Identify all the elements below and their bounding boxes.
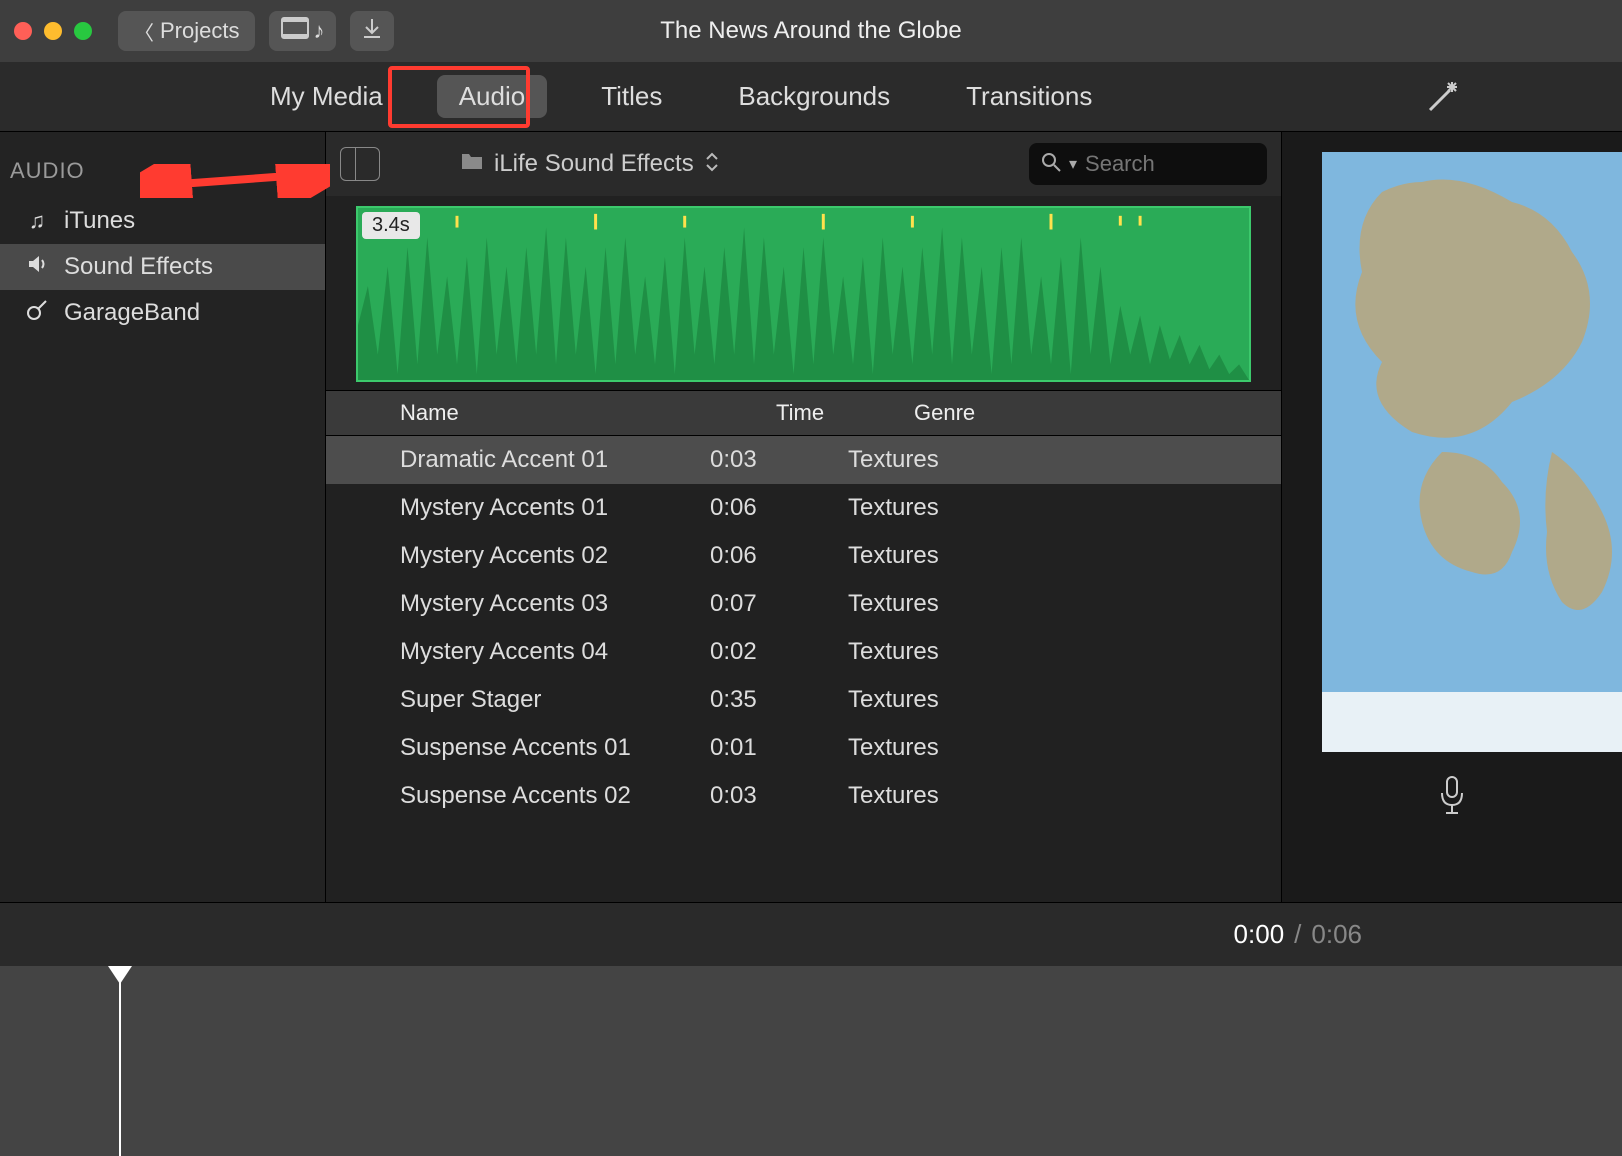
table-row[interactable]: Suspense Accents 020:03Textures: [326, 772, 1281, 820]
microphone-icon[interactable]: [1437, 775, 1467, 820]
chevron-down-icon: ▾: [1069, 154, 1077, 174]
magic-wand-icon[interactable]: [1424, 78, 1462, 121]
sidebar-item-itunes[interactable]: ♫ iTunes: [0, 198, 325, 244]
library-breadcrumb[interactable]: iLife Sound Effects: [460, 150, 718, 178]
media-library-button[interactable]: ♪: [269, 11, 336, 51]
cell-name: Super Stager: [326, 686, 706, 714]
table-row[interactable]: Dramatic Accent 010:03Textures: [326, 436, 1281, 484]
cell-genre: Textures: [844, 638, 1082, 666]
main-area: AUDIO ♫ iTunes Sound Effects GarageBand: [0, 132, 1622, 902]
cell-name: Suspense Accents 01: [326, 734, 706, 762]
search-input[interactable]: [1085, 151, 1255, 177]
minimize-window-button[interactable]: [44, 22, 62, 40]
tab-titles[interactable]: Titles: [579, 75, 684, 118]
tab-audio[interactable]: Audio: [437, 75, 548, 118]
table-row[interactable]: Mystery Accents 030:07Textures: [326, 580, 1281, 628]
folder-icon: [460, 151, 484, 177]
cell-genre: Textures: [844, 734, 1082, 762]
waveform-preview[interactable]: 3.4s: [356, 206, 1251, 382]
tab-backgrounds[interactable]: Backgrounds: [716, 75, 912, 118]
time-separator: /: [1294, 919, 1301, 950]
updown-chevron-icon: [706, 152, 718, 177]
music-note-icon: ♫: [24, 208, 50, 234]
cell-time: 0:07: [706, 590, 844, 618]
table-row[interactable]: Suspense Accents 010:01Textures: [326, 724, 1281, 772]
guitar-icon: [24, 299, 50, 327]
breadcrumb-label: iLife Sound Effects: [494, 150, 694, 178]
sidebar-header: AUDIO: [0, 152, 325, 198]
cell-genre: Textures: [844, 686, 1082, 714]
sidebar-item-garageband[interactable]: GarageBand: [0, 290, 325, 336]
tab-transitions[interactable]: Transitions: [944, 75, 1114, 118]
back-to-projects-button[interactable]: 〈 Projects: [118, 11, 255, 51]
cell-time: 0:02: [706, 638, 844, 666]
audio-sidebar: AUDIO ♫ iTunes Sound Effects GarageBand: [0, 132, 326, 902]
table-body: Dramatic Accent 010:03TexturesMystery Ac…: [326, 436, 1281, 820]
chevron-left-icon: 〈: [134, 17, 154, 46]
music-note-small-icon: ♪: [313, 18, 324, 44]
cell-time: 0:06: [706, 494, 844, 522]
cell-genre: Textures: [844, 542, 1082, 570]
cell-genre: Textures: [844, 590, 1082, 618]
cell-name: Dramatic Accent 01: [326, 446, 706, 474]
sidebar-item-label: Sound Effects: [64, 253, 213, 281]
cell-name: Mystery Accents 01: [326, 494, 706, 522]
table-row[interactable]: Mystery Accents 040:02Textures: [326, 628, 1281, 676]
waveform-duration-badge: 3.4s: [362, 212, 420, 239]
table-row[interactable]: Mystery Accents 010:06Textures: [326, 484, 1281, 532]
library-tabbar: My Media Audio Titles Backgrounds Transi…: [0, 62, 1622, 132]
time-readout: 0:00 / 0:06: [0, 902, 1622, 966]
column-genre[interactable]: Genre: [914, 400, 1152, 426]
sidebar-toggle-button[interactable]: [340, 147, 380, 181]
cell-name: Mystery Accents 02: [326, 542, 706, 570]
search-field[interactable]: ▾: [1029, 143, 1267, 185]
timeline[interactable]: [0, 966, 1622, 1156]
cell-time: 0:01: [706, 734, 844, 762]
preview-viewer[interactable]: NORTH AMERICA: [1322, 152, 1622, 752]
back-label: Projects: [160, 18, 239, 44]
import-button[interactable]: [350, 11, 394, 51]
close-window-button[interactable]: [14, 22, 32, 40]
preview-pane: NORTH AMERICA: [1282, 132, 1622, 902]
column-time[interactable]: Time: [776, 400, 914, 426]
cell-time: 0:35: [706, 686, 844, 714]
filmstrip-icon: [281, 17, 309, 45]
cell-name: Mystery Accents 04: [326, 638, 706, 666]
table-header: Name Time Genre: [326, 390, 1281, 436]
browser-content: iLife Sound Effects ▾: [326, 132, 1282, 902]
sidebar-item-label: iTunes: [64, 207, 135, 235]
sidebar-item-sound-effects[interactable]: Sound Effects: [0, 244, 325, 290]
column-name[interactable]: Name: [396, 400, 776, 426]
speaker-icon: [24, 253, 50, 281]
time-current: 0:00: [1234, 919, 1285, 950]
search-icon: [1041, 152, 1061, 177]
cell-name: Mystery Accents 03: [326, 590, 706, 618]
tab-my-media[interactable]: My Media: [248, 75, 405, 118]
cell-time: 0:06: [706, 542, 844, 570]
cell-time: 0:03: [706, 782, 844, 810]
titlebar: 〈 Projects ♪ The News Around the Globe: [0, 0, 1622, 62]
cell-genre: Textures: [844, 494, 1082, 522]
download-arrow-icon: [362, 17, 382, 45]
cell-name: Suspense Accents 02: [326, 782, 706, 810]
table-row[interactable]: Super Stager0:35Textures: [326, 676, 1281, 724]
cell-time: 0:03: [706, 446, 844, 474]
browser-toolbar: iLife Sound Effects ▾: [326, 132, 1281, 196]
table-row[interactable]: Mystery Accents 020:06Textures: [326, 532, 1281, 580]
zoom-window-button[interactable]: [74, 22, 92, 40]
time-total: 0:06: [1311, 919, 1362, 950]
window-controls: [14, 22, 92, 40]
cell-genre: Textures: [844, 446, 1082, 474]
sidebar-item-label: GarageBand: [64, 299, 200, 327]
cell-genre: Textures: [844, 782, 1082, 810]
